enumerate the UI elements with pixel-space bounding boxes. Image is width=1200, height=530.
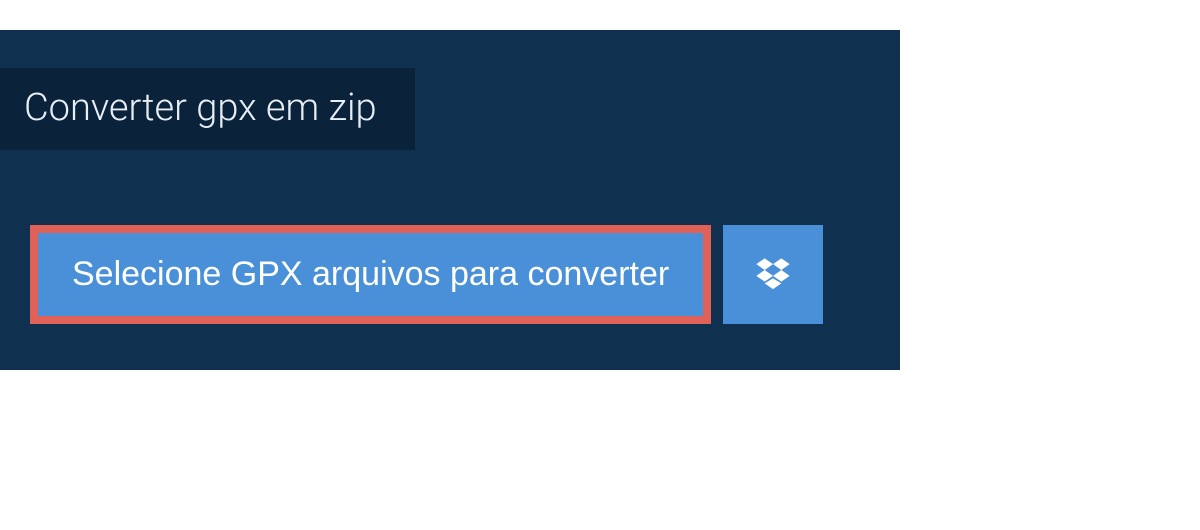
page-title: Converter gpx em zip: [24, 86, 377, 130]
dropbox-icon: [753, 255, 793, 295]
select-files-button[interactable]: Selecione GPX arquivos para converter: [38, 233, 703, 316]
select-files-label: Selecione GPX arquivos para converter: [72, 255, 669, 293]
upload-row: Selecione GPX arquivos para converter: [30, 225, 823, 324]
select-files-highlight: Selecione GPX arquivos para converter: [30, 225, 711, 324]
dropbox-upload-button[interactable]: [723, 225, 823, 324]
page-title-tab: Converter gpx em zip: [0, 68, 415, 150]
converter-panel: Converter gpx em zip Selecione GPX arqui…: [0, 30, 900, 370]
